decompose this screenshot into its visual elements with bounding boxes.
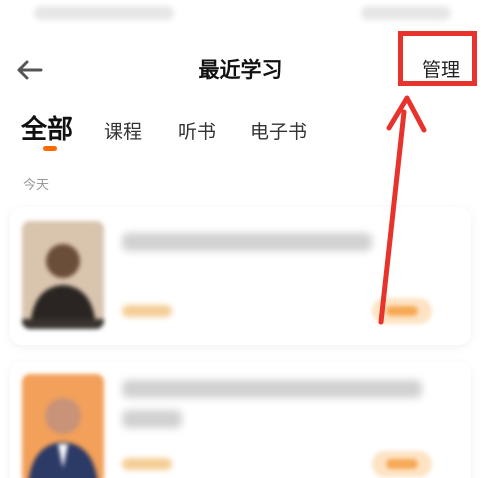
tab-all-label: 全部	[21, 115, 74, 145]
tab-listen-label: 听书	[178, 121, 217, 143]
continue-button-blurred[interactable]	[372, 451, 432, 477]
back-button[interactable]	[12, 53, 46, 87]
tab-ebook[interactable]: 电子书	[250, 110, 307, 154]
item-title-blurred	[122, 233, 372, 251]
tab-listen[interactable]: 听书	[178, 110, 216, 154]
tab-course[interactable]: 课程	[104, 110, 142, 154]
status-right-blurred	[361, 6, 451, 20]
portrait-image	[22, 374, 104, 478]
active-tab-indicator	[43, 146, 57, 151]
learning-item-card[interactable]	[10, 362, 471, 478]
recent-learning-page: 最近学习 管理 全部 课程 听书 电子书 今天	[0, 0, 481, 478]
section-date-label: 今天	[23, 178, 50, 193]
item-title-blurred-line1	[122, 380, 422, 398]
learning-item-card[interactable]	[10, 207, 471, 345]
manage-button[interactable]: 管理	[422, 52, 460, 88]
tab-ebook-label: 电子书	[250, 121, 308, 143]
item-title-blurred-line2	[122, 410, 182, 428]
tab-bar: 全部 课程 听书 电子书	[0, 110, 481, 154]
continue-button-blurred[interactable]	[372, 298, 432, 324]
tab-course-label: 课程	[104, 121, 143, 143]
item-progress-blurred	[122, 458, 172, 470]
status-left-blurred	[34, 6, 174, 20]
page-title: 最近学习	[198, 58, 283, 82]
item-thumbnail	[22, 374, 104, 478]
status-bar	[0, 0, 481, 30]
item-progress-blurred	[122, 305, 172, 317]
portrait-image	[22, 221, 104, 329]
tab-all[interactable]: 全部	[21, 110, 73, 154]
item-thumbnail	[22, 221, 104, 329]
arrow-left-icon	[17, 60, 43, 80]
